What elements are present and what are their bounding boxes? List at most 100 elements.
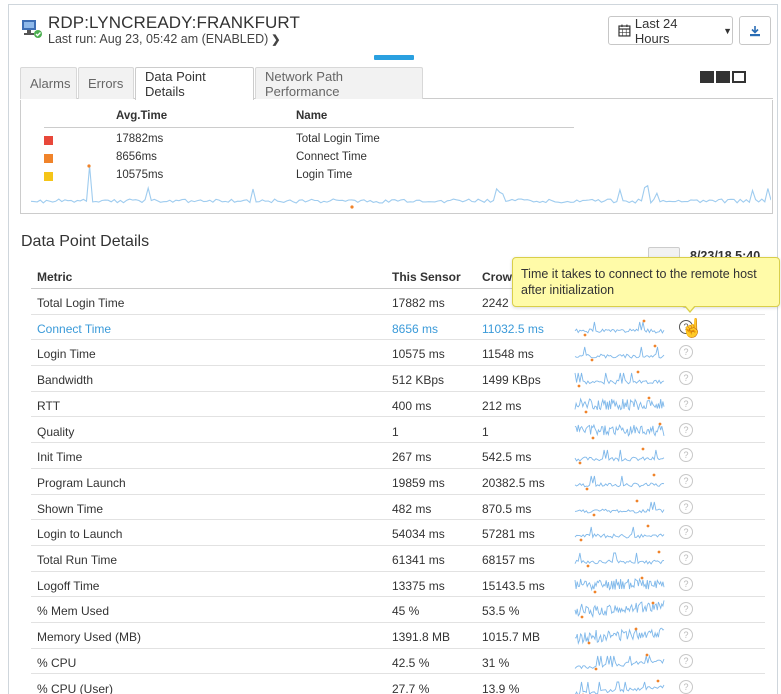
max-marker [658,422,662,425]
sparkline [574,653,665,671]
min-marker [591,436,595,439]
sensor-value: 512 KBps [392,373,445,388]
help-icon[interactable]: ? [679,422,693,437]
help-icon[interactable]: ? [679,473,693,488]
crowd-value: 870.5 ms [482,501,532,516]
table-row[interactable]: % CPU (User) 27.7 % 13.9 %? [31,675,765,694]
crowd-value: 57281 ms [482,527,535,542]
help-icon[interactable]: ? [679,525,693,540]
crowd-value: 11548 ms [482,347,534,362]
table-row[interactable]: Bandwidth 512 KBps 1499 KBps? [31,366,765,392]
table-row[interactable]: Total Run Time 61341 ms 68157 ms? [31,546,765,572]
crowd-value: 1015.7 MB [482,630,541,645]
metric-cell: % Mem Used [37,604,110,619]
sensor-value: 267 ms [392,450,432,465]
min-marker [593,590,597,594]
tab-label: Network Path Performance [265,68,344,99]
tab-data-point-details[interactable]: Data Point Details [135,67,254,100]
layout-single-icon[interactable] [732,71,746,83]
crowd-value: 11032.5 ms [482,321,544,336]
tab-errors[interactable]: Errors [78,67,134,99]
tooltip-arrow-fill [685,305,695,311]
help-tooltip: Time it takes to connect to the remote h… [512,257,780,307]
legend-name: Total Login Time [296,133,380,145]
help-icon[interactable]: ? [679,628,693,643]
help-icon[interactable]: ? [679,499,693,514]
help-icon[interactable]: ? [679,602,693,617]
metric-cell: Connect Time [37,321,112,336]
rdp-sensor-icon [22,20,42,38]
chevron-down-icon[interactable]: ❯ [271,33,280,46]
metric-cell: Bandwidth [37,373,94,388]
tab-network-path-performance[interactable]: Network Path Performance [255,67,423,99]
help-icon[interactable]: ? [679,679,693,694]
time-range-dropdown[interactable]: Last 24 Hours ▼ [608,16,733,46]
sparkline [574,447,665,465]
metric-cell: Total Login Time [37,296,125,310]
metric-cell: Total Run Time [37,553,118,567]
metric-cell: Login Time [37,347,96,362]
help-icon[interactable]: ? [679,653,693,668]
max-marker [634,627,638,631]
sparkline [574,499,665,516]
caret-down-icon: ▼ [723,25,732,36]
sparkline [574,550,665,568]
table-row[interactable]: Init Time 267 ms 542.5 ms? [31,443,765,469]
table-row[interactable]: Connect Time 8656 ms 11032.5 ms? [31,315,765,341]
help-icon[interactable]: ? [679,448,693,463]
table-row[interactable]: % Mem Used 45 % 53.5 %? [31,597,765,624]
max-marker [635,499,639,502]
crowd-value: 1499 KBps [482,373,541,388]
sensor-value: 54034 ms [392,527,445,542]
layout-switcher[interactable] [700,71,746,83]
table-row[interactable]: % CPU 42.5 % 31 %? [31,649,765,675]
metric-cell: Program Launch [37,475,126,490]
sparkline [574,370,665,388]
sensor-value: 8656 ms [392,321,439,336]
help-icon[interactable]: ? [679,345,693,360]
tab-label: Errors [88,76,124,91]
max-marker [642,319,646,323]
min-marker [583,333,587,337]
metric-cell: Logoff Time [37,578,100,593]
sensor-value: 27.7 % [392,681,430,694]
min-marker [592,513,596,516]
crowd-value: 31 % [482,655,510,670]
max-marker [653,344,657,348]
table-row[interactable]: Memory Used (MB) 1391.8 MB 1015.7 MB? [31,623,765,649]
metric-cell: % CPU (User) [37,681,114,694]
crowd-value: 212 ms [482,398,522,413]
active-indicator [374,55,414,60]
table-row[interactable]: Program Launch 19859 ms 20382.5 ms? [31,469,765,495]
help-icon[interactable]: ? [679,371,693,386]
table-row[interactable]: Logoff Time 13375 ms 15143.5 ms? [31,572,765,598]
sensor-value: 1 [392,424,399,439]
sparkline [574,576,665,594]
help-icon[interactable]: ? [679,551,693,565]
legend-col-name: Name [296,110,328,122]
col-this-sensor: This Sensor [392,270,461,284]
table-row[interactable]: Quality 1 1? [31,418,765,444]
table-row[interactable]: Shown Time 482 ms 870.5 ms? [31,495,765,521]
layout-grid-icon[interactable] [700,71,714,83]
table-row[interactable]: Login to Launch 54034 ms 57281 ms? [31,520,765,546]
table-row[interactable]: Login Time 10575 ms 11548 ms? [31,340,765,367]
tab-bar: Alarms Errors Data Point Details Network… [20,67,773,100]
min-marker [594,667,598,671]
max-marker [651,601,655,605]
last-run-status[interactable]: Last run: Aug 23, 05:42 am (ENABLED) ❯ [48,32,280,46]
calendar-icon [618,24,631,37]
table-row[interactable]: RTT 400 ms 212 ms? [31,392,765,418]
sparkline [574,473,665,491]
metric-cell: Memory Used (MB) [37,630,142,645]
help-icon[interactable]: ? [679,576,693,591]
min-marker [590,358,594,362]
max-marker [652,473,656,477]
download-button[interactable] [739,16,771,45]
help-icon[interactable]: ? [679,396,693,411]
tab-alarms[interactable]: Alarms [20,67,77,99]
min-marker [584,410,588,414]
tab-label: Alarms [30,76,71,91]
crowd-value: 68157 ms [482,553,535,567]
layout-split-icon[interactable] [716,71,730,83]
